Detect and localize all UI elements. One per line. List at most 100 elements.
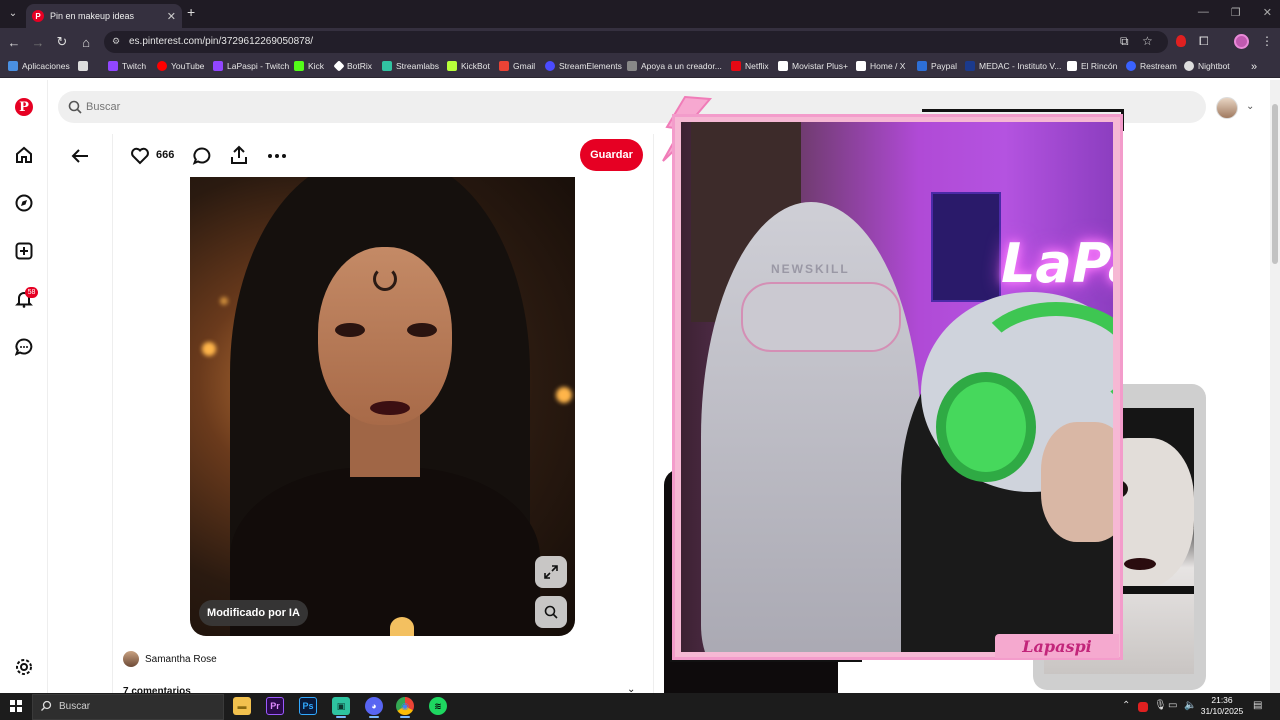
browser-profile-avatar[interactable]: [1234, 34, 1249, 49]
like-count: 666: [156, 149, 175, 161]
rincon-icon: [1067, 61, 1077, 71]
notification-badge: 58: [25, 287, 38, 298]
tab-title: Pin en makeup ideas: [50, 11, 135, 21]
close-window-button[interactable]: ✕: [1263, 6, 1272, 19]
microphone-icon[interactable]: 🎙: [1154, 700, 1167, 711]
creator-icon: [627, 61, 637, 71]
premiere-pro-icon[interactable]: Pr: [266, 697, 284, 715]
bookmark-movistar[interactable]: Movistar Plus+: [778, 61, 848, 71]
heart-icon[interactable]: [130, 146, 150, 166]
install-app-icon[interactable]: ⧉: [1120, 34, 1129, 49]
bookmark-netflix[interactable]: Netflix: [731, 61, 769, 71]
bookmark-streamlabs[interactable]: Streamlabs: [382, 61, 439, 71]
bookmarks-overflow-button[interactable]: »: [1251, 61, 1257, 73]
create-plus-icon[interactable]: [14, 241, 34, 261]
comment-icon[interactable]: [192, 146, 212, 166]
author-name[interactable]: Samantha Rose: [145, 654, 217, 665]
author-avatar[interactable]: [123, 651, 139, 667]
bookmark-streamelements[interactable]: StreamElements: [545, 61, 622, 71]
save-button[interactable]: Guardar: [580, 139, 643, 171]
extensions-puzzle-icon[interactable]: ⧠: [1199, 34, 1209, 49]
notification-center-icon[interactable]: ▤: [1253, 700, 1262, 711]
discord-icon[interactable]: ◕: [365, 697, 383, 715]
settings-gear-icon[interactable]: [14, 657, 34, 677]
home-icon[interactable]: ⌂: [78, 34, 94, 50]
bookmark-el-rincon[interactable]: El Rincón: [1067, 61, 1117, 71]
youtube-icon: [157, 61, 167, 71]
active-app-indicator: [336, 716, 346, 718]
bookmark-botrix[interactable]: BotRix: [333, 60, 372, 72]
clock-time: 21:36: [1211, 695, 1233, 705]
search-input[interactable]: Buscar: [86, 101, 120, 113]
spotify-icon[interactable]: ≋: [429, 697, 447, 715]
bookmark-twitch[interactable]: Twitch: [108, 61, 146, 71]
reload-icon[interactable]: ↻: [54, 34, 70, 50]
bookmark-aplicaciones[interactable]: Aplicaciones: [8, 61, 70, 71]
photoshop-icon[interactable]: Ps: [299, 697, 317, 715]
gmail-icon: [499, 61, 509, 71]
explore-compass-icon[interactable]: [14, 193, 34, 213]
bookmark-home-x[interactable]: Home / X: [856, 61, 905, 71]
minimize-button[interactable]: —: [1198, 6, 1209, 19]
pinterest-logo-icon[interactable]: P: [14, 97, 34, 117]
messages-icon[interactable]: [14, 337, 34, 357]
account-chevron-down-icon[interactable]: ⌄: [1246, 101, 1254, 112]
pin-main-image[interactable]: [190, 177, 575, 636]
twitch-icon: [213, 61, 223, 71]
user-avatar[interactable]: [1216, 97, 1238, 119]
bookmark-paypal[interactable]: Paypal: [917, 61, 957, 71]
back-icon[interactable]: ←: [6, 34, 22, 50]
twitch-icon: [108, 61, 118, 71]
window-controls: — ❐ ✕: [1198, 6, 1272, 19]
chrome-icon[interactable]: ◉: [396, 697, 414, 715]
tab-pinterest[interactable]: P Pin en makeup ideas ✕: [26, 4, 182, 28]
browser-menu-icon[interactable]: ⋮: [1261, 34, 1273, 48]
more-options-icon[interactable]: [266, 146, 288, 166]
bookmark-kickbot[interactable]: KickBot: [447, 61, 490, 71]
tab-search-button[interactable]: ⌄: [4, 4, 22, 22]
bookmark-youtube[interactable]: YouTube: [157, 61, 204, 71]
bookmark-medac[interactable]: MEDAC - Instituto V...: [965, 61, 1061, 71]
site-info-icon[interactable]: ⚙: [112, 36, 124, 48]
system-clock[interactable]: 21:36 31/10/2025: [1200, 695, 1244, 717]
tab-close-icon[interactable]: ✕: [167, 10, 176, 23]
streamlabs-app-icon[interactable]: ▣: [332, 697, 350, 715]
extension-red-icon[interactable]: [1176, 35, 1186, 47]
back-arrow-icon[interactable]: [70, 146, 90, 166]
comments-chevron-icon[interactable]: ⌄: [627, 684, 635, 693]
bookmark-nightbot[interactable]: Nightbot: [1184, 61, 1230, 71]
restream-icon: [1126, 61, 1136, 71]
streamer-nameplate: Lapaspi: [995, 634, 1119, 658]
pinterest-favicon-icon: P: [32, 10, 44, 22]
movistar-icon: [778, 61, 788, 71]
show-hidden-icons-chevron-up-icon[interactable]: ⌃: [1122, 700, 1130, 711]
windows-start-icon[interactable]: [10, 700, 22, 712]
tray-record-icon[interactable]: [1138, 702, 1148, 712]
bookmark-kick[interactable]: Kick: [294, 61, 324, 71]
network-icon[interactable]: ▭: [1168, 700, 1177, 711]
bookmark-lapaspi-twitch[interactable]: LaPaspi - Twitch: [213, 61, 289, 71]
home-nav-icon[interactable]: [14, 145, 34, 165]
forward-icon[interactable]: →: [30, 34, 46, 50]
page-scrollbar-thumb[interactable]: [1272, 104, 1278, 264]
expand-icon[interactable]: [535, 556, 567, 588]
botrix-icon: [333, 60, 345, 72]
bookmark-apoya-creador[interactable]: Apoya a un creador...: [627, 61, 722, 71]
ai-modified-badge[interactable]: Modificado por IA: [199, 600, 308, 626]
new-tab-button[interactable]: +: [187, 4, 195, 20]
bookmark-star-icon[interactable]: ☆: [1142, 34, 1153, 48]
restore-button[interactable]: ❐: [1231, 6, 1241, 19]
webcam-feed: NEWSKILL LaPa: [681, 122, 1113, 652]
pinterest-sidebar: [0, 80, 48, 693]
x-icon: [856, 61, 866, 71]
file-explorer-icon[interactable]: ▬: [233, 697, 251, 715]
url-text[interactable]: es.pinterest.com/pin/3729612269050878/: [129, 36, 313, 47]
taskbar-search-input[interactable]: Buscar: [59, 701, 90, 712]
share-icon[interactable]: [229, 145, 249, 165]
volume-icon[interactable]: 🔈: [1184, 700, 1196, 711]
comments-header[interactable]: 7 comentarios: [123, 686, 191, 693]
bookmark-tab-groups[interactable]: [78, 61, 88, 71]
bookmark-restream[interactable]: Restream: [1126, 61, 1177, 71]
visual-search-lens-icon[interactable]: [535, 596, 567, 628]
bookmark-gmail[interactable]: Gmail: [499, 61, 535, 71]
